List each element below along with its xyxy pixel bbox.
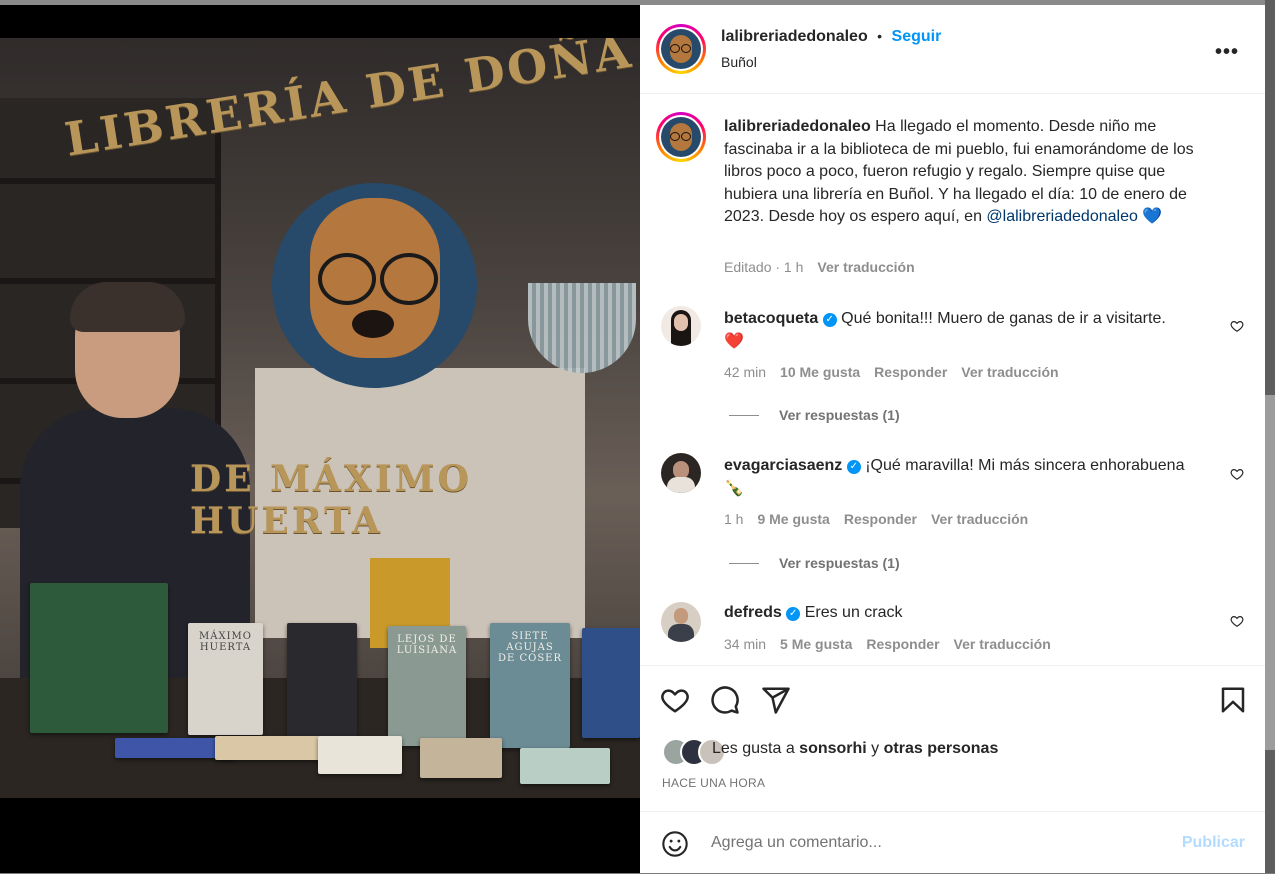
comment-composer: Agrega un comentario... Publicar: [640, 811, 1265, 874]
caption-username[interactable]: lalibreriadedonaleo: [724, 118, 871, 135]
heart-icon[interactable]: [660, 685, 690, 715]
blue-heart-emoji: 💙: [1142, 208, 1163, 225]
comment-meta: 42 min 10 Me gusta Responder Ver traducción: [724, 364, 1059, 380]
publish-button[interactable]: Publicar: [1182, 834, 1245, 852]
liker-username[interactable]: sonsorhi: [799, 740, 867, 757]
more-options-icon[interactable]: •••: [1215, 41, 1239, 64]
comment-likes[interactable]: 9 Me gusta: [757, 511, 829, 527]
reply-button[interactable]: Responder: [866, 636, 939, 652]
translate-button[interactable]: Ver traducción: [931, 511, 1028, 527]
post-media[interactable]: LIBRERÍA DE DOÑA DE MÁXIMO HUERTA MÁXIMO…: [0, 5, 640, 873]
comments-list[interactable]: lalibreriadedonaleo Ha llegado el moment…: [640, 94, 1265, 664]
reply-button[interactable]: Responder: [874, 364, 947, 380]
comment-time[interactable]: 42 min: [724, 364, 766, 380]
smiley-icon[interactable]: [661, 830, 689, 858]
comment-meta: 1 h 9 Me gusta Responder Ver traducción: [724, 511, 1028, 527]
verified-badge-icon: ✓: [822, 313, 837, 327]
verified-badge-icon: ✓: [786, 607, 801, 621]
champagne-emoji: 🍾: [724, 479, 744, 497]
post-photo: LIBRERÍA DE DOÑA DE MÁXIMO HUERTA MÁXIMO…: [0, 38, 640, 798]
comment-avatar[interactable]: [661, 306, 701, 346]
reply-button[interactable]: Responder: [844, 511, 917, 527]
separator-dot: •: [877, 28, 883, 44]
comment-likes[interactable]: 5 Me gusta: [780, 636, 852, 652]
red-heart-emoji: ❤️: [724, 332, 744, 350]
likes-text: Les gusta a sonsorhi y otras personas: [712, 740, 999, 757]
paper-plane-icon[interactable]: [761, 685, 791, 715]
book-cover: [318, 736, 402, 774]
caption-avatar[interactable]: [656, 112, 706, 162]
caption-translate-button[interactable]: Ver traducción: [817, 259, 914, 275]
caption-meta: Editado · 1 h Ver traducción: [724, 259, 915, 275]
header-title-row: lalibreriadedonaleo • Seguir: [721, 28, 941, 46]
book-cover: [287, 623, 357, 738]
comment-meta: 34 min 5 Me gusta Responder Ver traducción: [724, 636, 1051, 652]
comment: betacoqueta ✓ Qué bonita!!! Muero de gan…: [724, 308, 1214, 353]
book-cover: MÁXIMO HUERTA: [188, 623, 263, 735]
comment-icon[interactable]: [710, 685, 740, 715]
book-cover: LEJOS DE LUISIANA: [388, 626, 466, 746]
view-replies-button[interactable]: Ver respuestas (1): [729, 407, 900, 423]
other-likers-link[interactable]: otras personas: [884, 740, 999, 757]
verified-badge-icon: ✓: [846, 460, 861, 474]
comment: evagarciasaenz ✓ ¡Qué maravilla! Mi más …: [724, 455, 1214, 500]
backdrop-right: [1265, 0, 1275, 873]
comment-time[interactable]: 1 h: [724, 511, 743, 527]
view-replies-button[interactable]: Ver respuestas (1): [729, 555, 900, 571]
translate-button[interactable]: Ver traducción: [961, 364, 1058, 380]
post-header: lalibreriadedonaleo • Seguir Buñol •••: [640, 5, 1265, 94]
comment-username[interactable]: betacoqueta: [724, 310, 818, 327]
comment-text: Eres un crack: [804, 604, 903, 621]
comment-likes[interactable]: 10 Me gusta: [780, 364, 860, 380]
book-cover: [215, 736, 320, 760]
book-cover: [420, 738, 502, 778]
comment-username[interactable]: evagarciasaenz: [724, 457, 842, 474]
author-username[interactable]: lalibreriadedonaleo: [721, 28, 868, 45]
comment-username[interactable]: defreds: [724, 604, 782, 621]
caption-edited-time: Editado · 1 h: [724, 259, 804, 275]
comment: defreds ✓ Eres un crack: [724, 602, 1214, 625]
follow-button[interactable]: Seguir: [892, 28, 942, 45]
comment-input[interactable]: Agrega un comentario...: [711, 834, 882, 852]
comment-like-heart-icon[interactable]: [1230, 614, 1244, 628]
comment-avatar[interactable]: [661, 602, 701, 642]
post-timestamp[interactable]: HACE UNA HORA: [662, 776, 765, 790]
shop-sign-bottom: DE MÁXIMO HUERTA: [190, 458, 472, 542]
book-cover: [30, 583, 168, 733]
bookmark-icon[interactable]: [1218, 685, 1248, 715]
post-details-panel: lalibreriadedonaleo • Seguir Buñol ••• l…: [640, 5, 1265, 873]
comment-text: Qué bonita!!! Muero de ganas de ir a vis…: [841, 310, 1166, 327]
post-location[interactable]: Buñol: [721, 54, 757, 70]
author-avatar[interactable]: [656, 24, 706, 74]
book-cover: [520, 748, 610, 784]
comment-like-heart-icon[interactable]: [1230, 467, 1244, 481]
caption: lalibreriadedonaleo Ha llegado el moment…: [724, 116, 1214, 229]
translate-button[interactable]: Ver traducción: [954, 636, 1051, 652]
book-cover: SIETE AGUJAS DE COSER: [490, 623, 570, 748]
comment-text: ¡Qué maravilla! Mi más sincera enhorabue…: [865, 457, 1185, 474]
comment-time[interactable]: 34 min: [724, 636, 766, 652]
post-actions: Les gusta a sonsorhi y otras personas HA…: [640, 665, 1265, 812]
comment-like-heart-icon[interactable]: [1230, 319, 1244, 333]
book-cover: [582, 628, 640, 738]
comment-avatar[interactable]: [661, 453, 701, 493]
caption-mention-link[interactable]: @lalibreriadedonaleo: [986, 208, 1137, 225]
